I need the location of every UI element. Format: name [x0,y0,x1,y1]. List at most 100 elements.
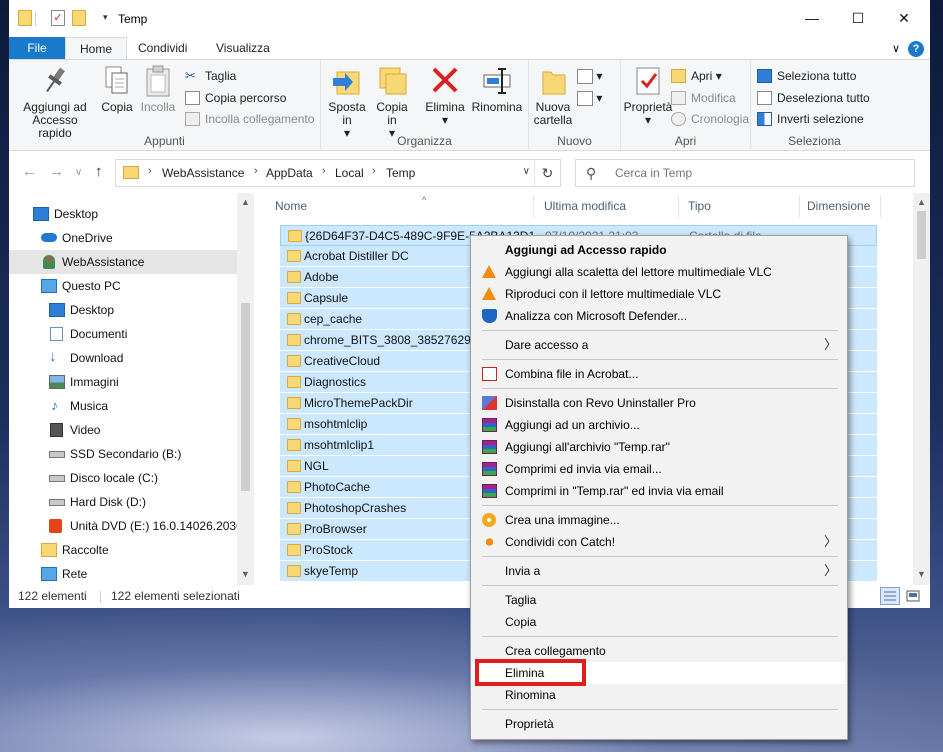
search-box[interactable]: ⚲ Cerca in Temp [575,159,915,187]
nav-scrollbar[interactable]: ▲ ▼ [237,193,254,585]
select-none-button[interactable]: Deseleziona tutto [757,88,870,108]
nav-item-webassistance[interactable]: WebAssistance [9,250,237,274]
search-input[interactable]: Cerca in Temp [615,166,692,180]
cut-button[interactable]: ✂ Taglia [185,66,236,86]
menu-item-aggiungi-ad-accesso-rapido[interactable]: Aggiungi ad Accesso rapido [473,239,845,261]
pin-quick-access-button[interactable]: Aggiungi ad Accesso rapido [15,64,95,140]
nav-item-onedrive[interactable]: OneDrive [9,226,237,250]
delete-button[interactable]: Elimina ▾ [421,64,469,127]
menu-item-comprimi-in-temp-rar-ed-invia-via-email[interactable]: Comprimi in "Temp.rar" ed invia via emai… [473,480,845,502]
new-folder-button[interactable]: Nuova cartella [533,64,573,127]
properties-quick-icon[interactable]: ✓ [51,10,65,26]
nav-item-disco-c[interactable]: Disco locale (C:) [9,466,237,490]
menu-item-invia-a[interactable]: Invia a 〉 [473,560,845,582]
menu-item-aggiungi-ad-un-archivio[interactable]: Aggiungi ad un archivio... [473,414,845,436]
nav-item-desktop[interactable]: Desktop [9,298,237,322]
minimize-button[interactable]: — [789,0,835,37]
open-button[interactable]: Apri ▾ [671,66,722,86]
menu-item-riproduci-con-il-lettore-multimediale-vlc[interactable]: Riproduci con il lettore multimediale VL… [473,283,845,305]
chevron-right-icon[interactable]: › [254,165,258,177]
menu-item-propriet[interactable]: Proprietà [473,713,845,735]
invert-selection-button[interactable]: Inverti selezione [757,109,864,129]
menu-item-aggiungi-all-archivio-temp-rar[interactable]: Aggiungi all'archivio "Temp.rar" [473,436,845,458]
breadcrumb-appdata[interactable]: AppData [266,166,313,180]
menu-item-analizza-con-microsoft-defender[interactable]: Analizza con Microsoft Defender... [473,305,845,327]
refresh-icon[interactable]: ↻ [534,160,560,186]
menu-item-combina-file-in-acrobat[interactable]: Combina file in Acrobat... [473,363,845,385]
close-button[interactable]: ✕ [881,0,927,37]
nav-item-ssd-b[interactable]: SSD Secondario (B:) [9,442,237,466]
tab-file[interactable]: File [9,37,65,60]
recent-locations-icon[interactable]: ∨ [75,167,82,178]
menu-item-copia[interactable]: Copia [473,611,845,633]
breadcrumb-temp[interactable]: Temp [386,166,415,180]
paste-shortcut-button[interactable]: Incolla collegamento [185,109,314,129]
new-folder-quick-icon[interactable] [72,10,86,26]
easy-access-button[interactable]: ▾ [577,88,602,108]
list-scrollbar[interactable]: ▲ ▼ [913,193,930,585]
maximize-button[interactable]: ☐ [835,0,881,37]
chevron-right-icon[interactable]: › [322,165,326,177]
copy-button[interactable]: Copia [99,64,135,114]
menu-item-disinstalla-con-revo-uninstaller-pro[interactable]: Disinstalla con Revo Uninstaller Pro [473,392,845,414]
tab-home[interactable]: Home [65,37,128,60]
scroll-down-arrow-icon[interactable]: ▼ [237,569,254,579]
menu-item-rinomina[interactable]: Rinomina [473,684,845,706]
help-icon[interactable]: ? [908,41,924,57]
scroll-up-arrow-icon[interactable]: ▲ [913,197,930,207]
new-item-button[interactable]: ▾ [577,66,602,86]
chevron-right-icon[interactable]: › [148,165,152,177]
nav-item-download[interactable]: ↓ Download [9,346,237,370]
nav-item-video[interactable]: Video [9,418,237,442]
breadcrumb-webassistance[interactable]: WebAssistance [162,166,244,180]
rename-button[interactable]: Rinomina [469,64,525,114]
history-button[interactable]: Cronologia [671,109,749,129]
tab-visualizza[interactable]: Visualizza [202,37,284,60]
nav-item-hard-disk-d[interactable]: Hard Disk (D:) [9,490,237,514]
address-bar[interactable]: › WebAssistance › AppData › Local › Temp… [115,159,561,187]
copy-path-button[interactable]: Copia percorso [185,88,286,108]
nav-item-raccolte[interactable]: Raccolte [9,538,237,562]
nav-item-questo-pc[interactable]: Questo PC [9,274,237,298]
scroll-up-arrow-icon[interactable]: ▲ [237,197,254,207]
menu-item-aggiungi-alla-scaletta-del-lettore-multimediale-vlc[interactable]: Aggiungi alla scaletta del lettore multi… [473,261,845,283]
forward-arrow-icon[interactable]: → [49,163,64,180]
properties-button[interactable]: Proprietà ▾ [623,64,673,127]
nav-item-documenti[interactable]: Documenti [9,322,237,346]
column-divider[interactable] [533,196,534,218]
list-scrollbar-thumb[interactable] [917,211,926,259]
nav-item-musica[interactable]: ♪ Musica [9,394,237,418]
move-to-button[interactable]: Sposta in ▾ [325,64,369,140]
chevron-right-icon[interactable]: › [372,165,376,177]
column-divider[interactable] [678,196,679,218]
chevron-down-icon[interactable]: ∨ [523,166,530,177]
menu-item-comprimi-ed-invia-via-email[interactable]: Comprimi ed invia via email... [473,458,845,480]
edit-button[interactable]: Modifica [671,88,736,108]
up-arrow-icon[interactable]: ↑ [95,163,103,180]
select-all-button[interactable]: Seleziona tutto [757,66,856,86]
column-header-ultima-modifica[interactable]: Ultima modifica [544,199,626,219]
nav-item-rete[interactable]: Rete [9,562,237,586]
menu-item-condividi-con-catch[interactable]: Condividi con Catch! 〉 [473,531,845,553]
back-arrow-icon[interactable]: ← [22,163,37,180]
copy-to-button[interactable]: Copia in ▾ [371,64,413,140]
large-icons-view-icon[interactable] [903,587,923,605]
column-divider[interactable] [880,196,881,218]
column-divider[interactable] [799,196,800,218]
column-header-tipo[interactable]: Tipo [688,199,711,219]
tab-condividi[interactable]: Condividi [124,37,201,60]
nav-item-immagini[interactable]: Immagini [9,370,237,394]
nav-item-dvd-e[interactable]: Unità DVD (E:) 16.0.14026.20302 [9,514,249,538]
breadcrumb-local[interactable]: Local [335,166,364,180]
nav-scrollbar-thumb[interactable] [241,303,250,491]
menu-item-dare-accesso-a[interactable]: Dare accesso a 〉 [473,334,845,356]
column-header-dimensione[interactable]: Dimensione [807,199,870,219]
paste-button[interactable]: Incolla [138,64,178,114]
nav-item-desktop-root[interactable]: Desktop [9,202,237,226]
details-view-icon[interactable] [880,587,900,605]
column-header-nome[interactable]: ^ Nome [275,195,426,219]
menu-item-crea-una-immagine[interactable]: Crea una immagine... [473,509,845,531]
chevron-down-icon[interactable]: ▾ [103,12,108,23]
scroll-down-arrow-icon[interactable]: ▼ [913,569,930,579]
chevron-down-icon[interactable]: ∨ [892,43,900,55]
